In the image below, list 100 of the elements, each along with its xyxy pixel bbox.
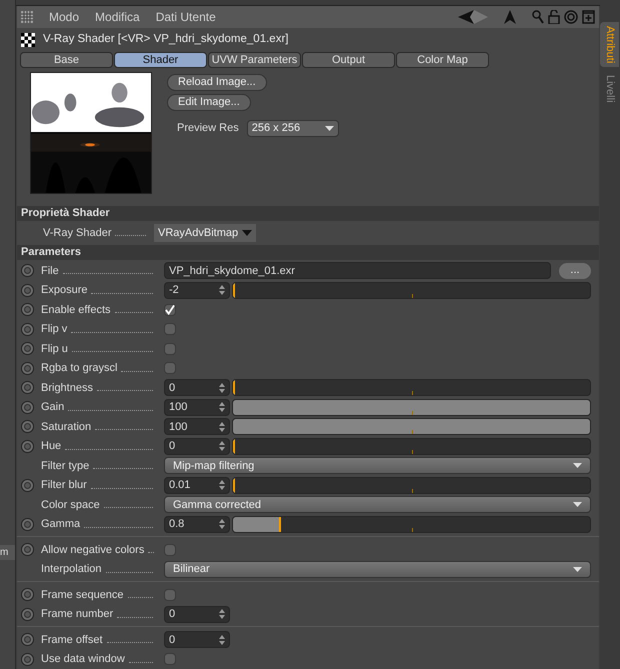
checkbox[interactable] (164, 588, 176, 601)
number-field[interactable]: 0 (164, 379, 230, 396)
keyframe-dot-icon[interactable] (21, 608, 34, 621)
up-arrow-icon (504, 10, 516, 24)
parameter-label: Rgba to grayscl (41, 361, 118, 376)
slider-track[interactable] (232, 516, 591, 533)
spinner-arrows-icon (219, 422, 225, 432)
checkbox[interactable] (164, 362, 176, 374)
preview-res-dropdown[interactable]: 256 x 256 (246, 120, 339, 137)
parameter-label: Interpolation (41, 562, 102, 577)
spinner-arrows-icon (219, 382, 225, 393)
keyframe-dot-icon[interactable] (21, 420, 34, 434)
keyframe-dot-icon[interactable] (21, 633, 34, 646)
keyframe-dot-icon[interactable] (21, 362, 34, 375)
tab[interactable]: Base (20, 52, 113, 68)
keyframe-dot-icon[interactable] (21, 342, 34, 356)
number-field[interactable]: -2 (164, 282, 230, 299)
spinner-arrows-icon (219, 609, 225, 620)
menu-item[interactable]: Dati Utente (156, 8, 216, 26)
dropdown[interactable]: Bilinear (164, 560, 591, 578)
number-field[interactable]: 100 (164, 398, 230, 416)
keyframe-dot-icon[interactable] (21, 303, 34, 316)
shader-label: V-Ray Shader (43, 226, 112, 241)
keyframe-dot-icon[interactable] (21, 518, 34, 531)
lock-icon (548, 10, 560, 24)
keyframe-dot-icon[interactable] (21, 440, 34, 453)
parameter-label: Frame sequence (41, 588, 124, 602)
parameter-label: Flip v (41, 322, 68, 337)
keyframe-dot-icon[interactable] (21, 543, 34, 556)
parameter-label: Filter type (41, 458, 90, 474)
slider-track[interactable] (232, 379, 591, 396)
parameter-label: Frame offset (41, 632, 103, 648)
tab[interactable]: UVW Parameters (208, 52, 301, 68)
spinner-arrows-icon (219, 441, 225, 452)
slider-track[interactable] (232, 476, 591, 494)
checkbox[interactable] (164, 304, 176, 316)
parameter-label: Use data window (41, 652, 125, 667)
grid-icon (21, 11, 33, 23)
checkbox[interactable] (164, 342, 176, 355)
keyframe-dot-icon[interactable] (21, 478, 34, 492)
file-field[interactable]: VP_hdri_skydome_01.exr (164, 262, 551, 280)
dropdown-arrow-icon (573, 463, 582, 468)
checkbox[interactable] (164, 323, 176, 336)
spinner-arrows-icon (219, 285, 225, 296)
keyframe-dot-icon[interactable] (21, 264, 34, 278)
parameter-label: Frame number (41, 607, 114, 622)
menu-item[interactable]: Modo (49, 8, 80, 26)
keyframe-dot-icon[interactable] (21, 284, 34, 297)
section-header: Proprietà Shader (17, 206, 599, 221)
target-icon (564, 10, 578, 24)
keyframe-dot-icon[interactable] (21, 588, 34, 602)
number-field[interactable]: 0.8 (164, 516, 230, 533)
image-button[interactable]: Edit Image... (167, 94, 251, 111)
parameter-label: Saturation (41, 420, 92, 434)
dropdown-arrow-icon (324, 126, 334, 131)
slider-fill[interactable] (233, 516, 282, 532)
keyframe-dot-icon[interactable] (21, 322, 34, 336)
parameter-label: Color space (41, 498, 100, 512)
parameter-label: Exposure (41, 283, 88, 298)
spinner-arrows-icon (219, 480, 225, 490)
number-field[interactable]: 0 (164, 606, 230, 623)
number-field[interactable]: 0 (164, 438, 230, 455)
parameter-label: Allow negative colors (41, 542, 144, 558)
parameter-label: File (41, 264, 59, 278)
slider-track[interactable] (232, 282, 591, 299)
slider-track[interactable] (232, 438, 591, 455)
window-title: V-Ray Shader [<VR> VP_hdri_skydome_01.exr] (43, 32, 288, 48)
dropdown-arrow-icon (242, 230, 252, 236)
checkbox[interactable] (164, 653, 176, 666)
tab[interactable]: Output (302, 52, 395, 68)
number-field[interactable]: 0 (164, 631, 230, 648)
parameter-label: Enable effects (41, 302, 111, 318)
spinner-arrows-icon (219, 634, 225, 645)
section-header: Parameters (17, 245, 599, 260)
back-arrow-icon (458, 10, 488, 24)
tab[interactable]: Shader (114, 52, 207, 68)
dropdown-arrow-icon (573, 566, 582, 572)
add-panel-icon (582, 10, 595, 24)
spinner-arrows-icon (219, 519, 225, 530)
checkmark-icon (165, 304, 175, 316)
dropdown[interactable]: Gamma corrected (164, 496, 591, 514)
keyframe-dot-icon[interactable] (21, 400, 34, 414)
parameter-label: Hue (41, 439, 62, 454)
number-field[interactable]: 0.01 (164, 476, 230, 494)
dropdown[interactable]: Mip-map filtering (164, 457, 591, 474)
shader-dropdown[interactable]: VRayAdvBitmap (154, 224, 256, 242)
tab[interactable]: Color Map (396, 52, 489, 68)
keyframe-dot-icon[interactable] (21, 652, 34, 666)
checker-icon (21, 33, 35, 47)
parameter-label: Filter blur (41, 478, 87, 493)
browse-button[interactable]: ... (559, 262, 591, 279)
keyframe-dot-icon[interactable] (21, 381, 34, 394)
parameter-label: Gamma (41, 517, 80, 532)
checkbox[interactable] (164, 544, 176, 556)
button-text-fragment[interactable]: m (0, 545, 15, 560)
menu-item[interactable]: Modifica (95, 8, 140, 26)
number-field[interactable]: 100 (164, 418, 230, 436)
side-tab[interactable]: Attributi (600, 22, 619, 68)
spinner-arrows-icon (219, 402, 225, 412)
image-button[interactable]: Reload Image... (167, 74, 267, 91)
